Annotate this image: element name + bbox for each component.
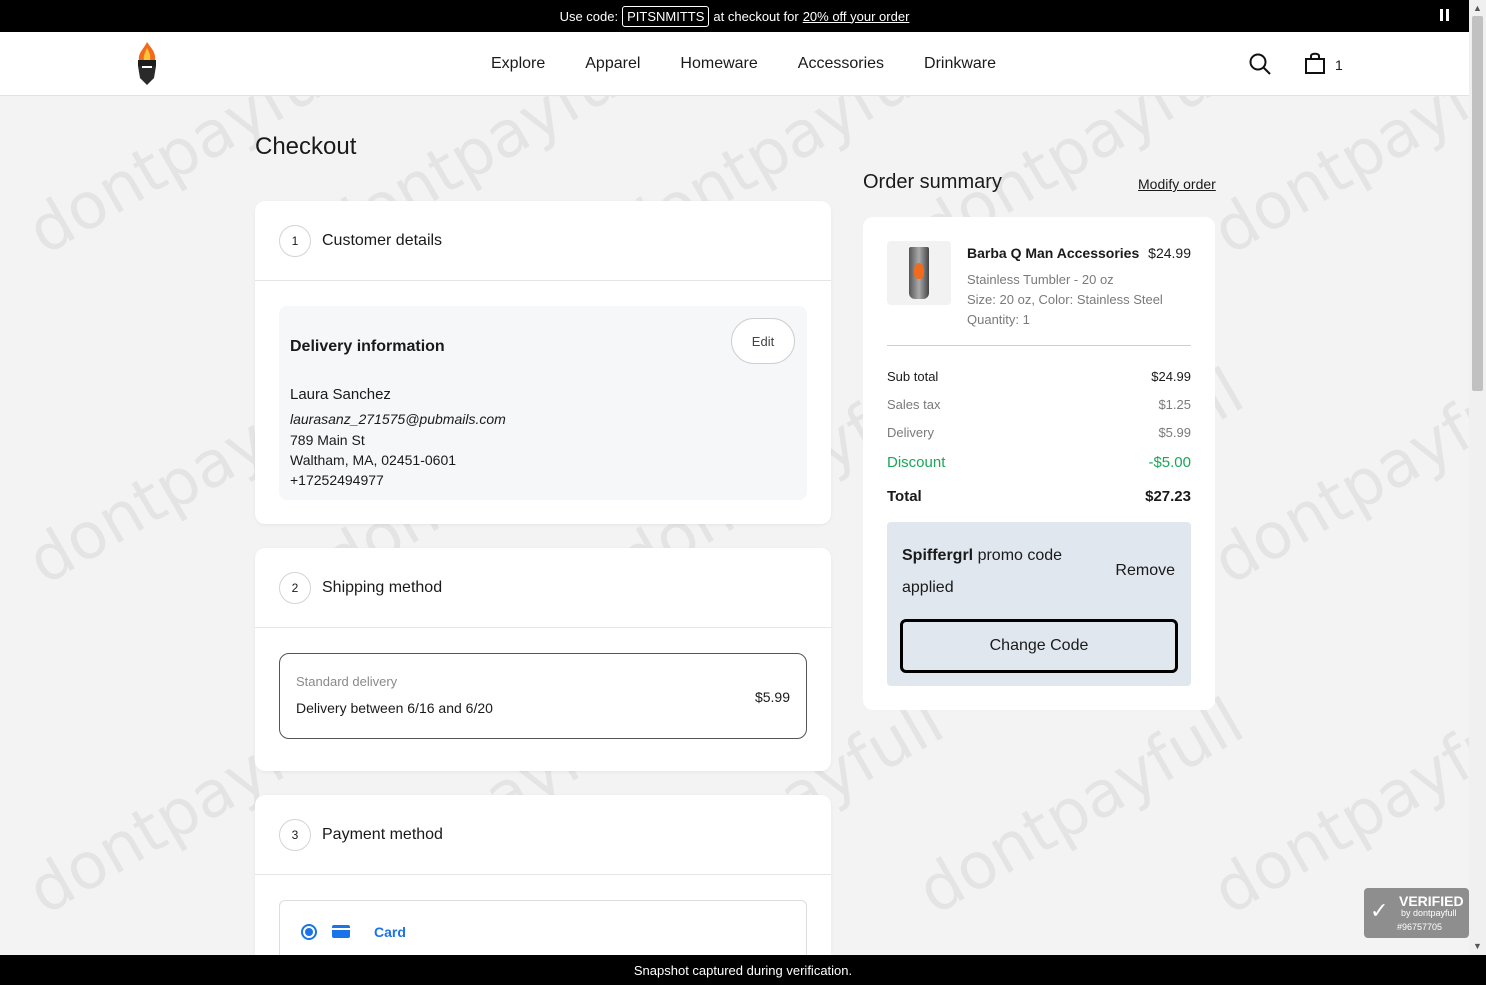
verified-title: VERIFIED xyxy=(1399,893,1464,909)
remove-promo-button[interactable]: Remove xyxy=(1115,562,1175,580)
shipping-method-header: 2 Shipping method xyxy=(255,548,831,628)
pause-icon[interactable] xyxy=(1440,9,1449,21)
scroll-thumb[interactable] xyxy=(1472,16,1483,391)
credit-card-icon xyxy=(332,925,350,938)
shipping-option-price: $5.99 xyxy=(754,689,790,705)
verified-number: #96757705 xyxy=(1397,922,1443,932)
product-thumbnail[interactable] xyxy=(887,241,951,305)
discount-row: Discount -$5.00 xyxy=(887,454,1191,471)
product-quantity: Quantity: 1 xyxy=(967,312,1030,327)
shipping-option-standard[interactable]: Standard delivery Delivery between 6/16 … xyxy=(279,653,807,739)
customer-street: 789 Main St xyxy=(290,432,365,448)
promo-applied-box: Spiffergrl promo code applied Remove Cha… xyxy=(887,522,1191,686)
site-header: Explore Apparel Homeware Accessories Dri… xyxy=(0,32,1469,96)
sales-tax-row: Sales tax $1.25 xyxy=(887,397,1191,412)
customer-phone: +17252494977 xyxy=(290,472,384,488)
shipping-option-label: Standard delivery xyxy=(296,674,398,689)
delivery-label: Delivery xyxy=(887,425,934,440)
subtotal-label: Sub total xyxy=(887,369,939,384)
payment-option-label[interactable]: Card xyxy=(374,924,406,940)
promo-middle: at checkout for xyxy=(713,8,799,24)
customer-name: Laura Sanchez xyxy=(290,386,391,403)
applied-promo-code: Spiffergrl xyxy=(902,547,974,564)
edit-button[interactable]: Edit xyxy=(731,318,795,364)
discount-value: -$5.00 xyxy=(1148,454,1191,471)
customer-details-header: 1 Customer details xyxy=(255,201,831,281)
brand-logo[interactable] xyxy=(134,42,160,86)
shipping-method-title: Shipping method xyxy=(322,578,443,596)
product-options: Size: 20 oz, Color: Stainless Steel xyxy=(967,292,1163,307)
subtotal-row: Sub total $24.99 xyxy=(887,369,1191,384)
scroll-down-arrow-icon[interactable]: ▼ xyxy=(1473,941,1482,951)
card-radio[interactable] xyxy=(301,924,317,940)
sales-tax-value: $1.25 xyxy=(1158,397,1191,412)
order-summary-title: Order summary xyxy=(863,171,1002,193)
delivery-info-box: Delivery information Edit Laura Sanchez … xyxy=(279,306,807,500)
payment-method-title: Payment method xyxy=(322,825,443,843)
payment-method-header: 3 Payment method xyxy=(255,795,831,875)
tumbler-image xyxy=(909,247,929,299)
total-label: Total xyxy=(887,488,922,505)
subtotal-value: $24.99 xyxy=(1151,369,1191,384)
nav-accessories[interactable]: Accessories xyxy=(798,55,884,73)
product-price: $24.99 xyxy=(1148,245,1191,261)
step-number: 1 xyxy=(279,224,311,257)
nav-homeware[interactable]: Homeware xyxy=(680,55,757,73)
total-row: Total $27.23 xyxy=(887,488,1191,505)
page-title: Checkout xyxy=(255,133,357,160)
cart-bag-icon[interactable] xyxy=(1304,51,1326,75)
checkmark-icon: ✓ xyxy=(1370,898,1389,923)
shipping-option-dates: Delivery between 6/16 and 6/20 xyxy=(296,700,493,716)
promo-prefix: Use code: xyxy=(559,8,619,24)
scroll-up-arrow-icon[interactable]: ▲ xyxy=(1473,3,1482,13)
cart-count[interactable]: 1 xyxy=(1335,57,1343,73)
change-code-button[interactable]: Change Code xyxy=(900,619,1178,673)
customer-city: Waltham, MA, 02451-0601 xyxy=(290,452,457,468)
payment-method-card: 3 Payment method Card xyxy=(255,795,831,960)
nav-apparel[interactable]: Apparel xyxy=(585,55,640,73)
main-nav: Explore Apparel Homeware Accessories Dri… xyxy=(491,32,1036,96)
product-variant: Stainless Tumbler - 20 oz xyxy=(967,272,1114,287)
step-number: 2 xyxy=(279,571,311,604)
promo-applied-text: Spiffergrl promo code applied xyxy=(902,540,1092,604)
customer-details-title: Customer details xyxy=(322,231,443,249)
shipping-method-card: 2 Shipping method Standard delivery Deli… xyxy=(255,548,831,771)
payment-option-card[interactable]: Card xyxy=(279,900,807,960)
nav-drinkware[interactable]: Drinkware xyxy=(924,55,996,73)
product-name: Barba Q Man Accessories xyxy=(967,245,1140,261)
verified-badge[interactable]: ✓ VERIFIED by dontpayfull #96757705 xyxy=(1364,888,1469,938)
delivery-info-heading: Delivery information xyxy=(290,338,445,355)
customer-email: laurasanz_271575@pubmails.com xyxy=(290,411,506,427)
discount-label: Discount xyxy=(887,454,946,471)
delivery-row: Delivery $5.99 xyxy=(887,425,1191,440)
page-scrollbar[interactable]: ▲ ▼ xyxy=(1469,0,1486,955)
modify-order-link[interactable]: Modify order xyxy=(1138,176,1216,192)
watermark: dontpayfull xyxy=(1200,354,1486,600)
watermark: dontpayfull xyxy=(905,684,1257,930)
delivery-value: $5.99 xyxy=(1158,425,1191,440)
summary-divider xyxy=(887,345,1191,346)
sales-tax-label: Sales tax xyxy=(887,397,941,412)
promo-bar: Use code: PITSNMITTS at checkout for 20%… xyxy=(0,0,1469,32)
order-summary-card: Barba Q Man Accessories $24.99 Stainless… xyxy=(863,217,1215,710)
promo-offer-link[interactable]: 20% off your order xyxy=(803,9,910,24)
customer-details-card: 1 Customer details Delivery information … xyxy=(255,201,831,524)
promo-code-chip[interactable]: PITSNMITTS xyxy=(622,5,710,27)
verified-by: by dontpayfull xyxy=(1401,908,1457,918)
search-icon[interactable] xyxy=(1248,52,1272,76)
nav-explore[interactable]: Explore xyxy=(491,55,545,73)
step-number: 3 xyxy=(279,818,311,851)
total-value: $27.23 xyxy=(1145,488,1191,505)
snapshot-footer: Snapshot captured during verification. xyxy=(0,955,1486,985)
